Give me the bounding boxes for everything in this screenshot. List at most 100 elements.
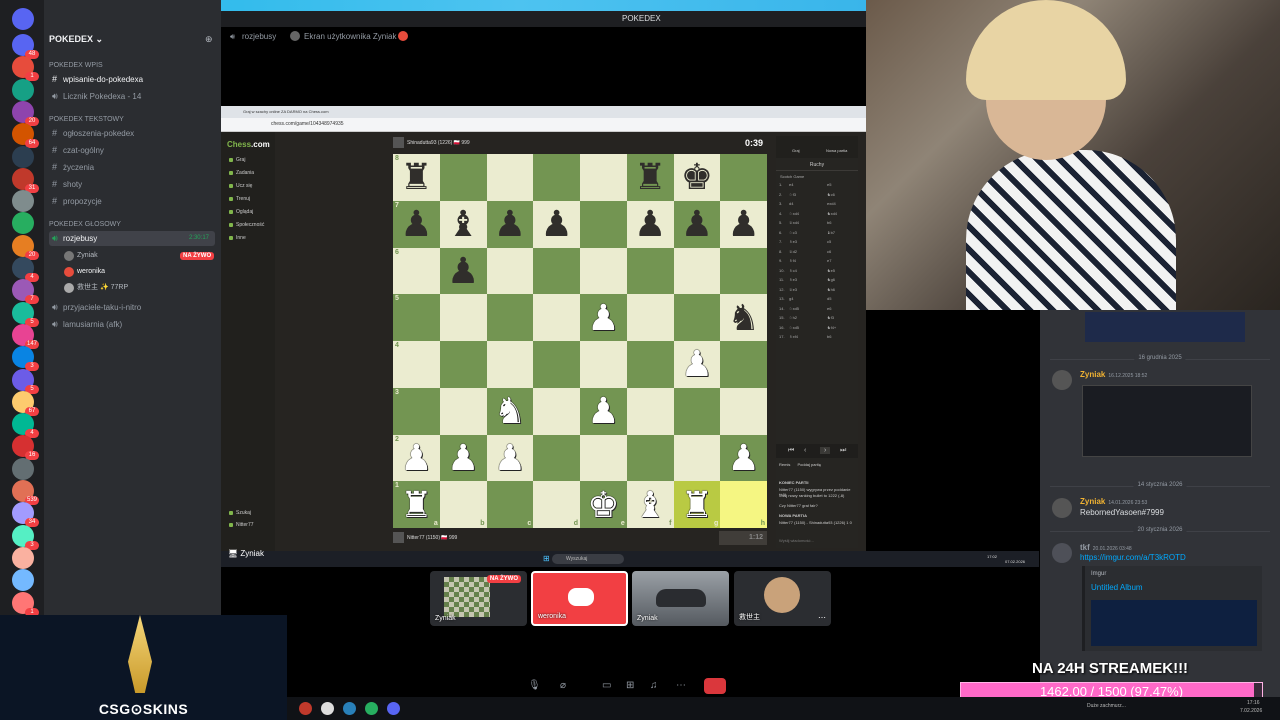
stream-thumb-weronika[interactable]: weronika: [531, 571, 628, 626]
prev-move-icon[interactable]: ‹: [804, 447, 806, 454]
server-icon[interactable]: [12, 212, 34, 235]
board-square-a4[interactable]: 4: [393, 341, 440, 388]
tab-new-game[interactable]: Nowa partia: [826, 148, 847, 153]
board-square-b7[interactable]: ♝: [439, 200, 487, 248]
board-square-b4[interactable]: [439, 341, 487, 388]
app-icon[interactable]: [321, 702, 334, 715]
category-pokedex-wpis[interactable]: POKEDEX Wpis: [49, 62, 103, 69]
board-square-c1[interactable]: c: [486, 481, 534, 528]
board-square-f4[interactable]: [626, 341, 674, 388]
voice-channel-rozjebusy[interactable]: 🔊︎ rozjebusy 2:30:17: [49, 231, 215, 246]
chess-nav-learn[interactable]: Ucz się: [229, 183, 252, 189]
move-row[interactable]: 13. g4 d5: [779, 296, 855, 304]
move-row[interactable]: 16. ♘xd5 ♞f4+: [779, 325, 855, 333]
board-square-f2[interactable]: [626, 434, 674, 482]
settings-icon[interactable]: [343, 702, 356, 715]
black-pawn-piece[interactable]: ♟: [540, 206, 572, 242]
category-pokedex-glosowy[interactable]: POKEDEX GŁOSOWY: [49, 221, 121, 228]
avatar[interactable]: [1052, 498, 1072, 518]
move-row[interactable]: 8. ♕d2 c6: [779, 249, 855, 257]
message-author[interactable]: Zyniak 14.01.2026 23:53: [1080, 497, 1147, 506]
board-square-a8[interactable]: 8 ♜: [393, 154, 440, 201]
move-row[interactable]: 7. ♗e3 c5: [779, 239, 855, 247]
channel-czat-ogolny[interactable]: # czat-ogólny: [49, 143, 215, 158]
server-icon[interactable]: 20: [12, 100, 39, 126]
black-pawn-piece[interactable]: ♟: [681, 206, 713, 242]
white-pawn-piece[interactable]: ♟: [400, 439, 432, 476]
server-icon[interactable]: 20: [12, 234, 39, 260]
server-icon[interactable]: 48: [12, 34, 39, 59]
board-square-f1[interactable]: f ♝: [626, 481, 674, 528]
server-icon[interactable]: 539: [12, 480, 39, 505]
discord-icon[interactable]: [387, 702, 400, 715]
board-square-e3[interactable]: ♟: [580, 387, 627, 435]
clock-date[interactable]: 7.02.2026: [1240, 708, 1262, 714]
board-square-b6[interactable]: ♟: [439, 247, 487, 295]
tab-moves[interactable]: Ruchy: [776, 160, 858, 171]
chess-nav-community[interactable]: Społeczność: [229, 222, 264, 228]
black-bishop-piece[interactable]: ♝: [447, 206, 479, 242]
board-square-c3[interactable]: ♞: [486, 387, 534, 435]
board-square-g8[interactable]: ♚: [673, 154, 721, 201]
move-row[interactable]: 14. ♘xd5 e6: [779, 306, 855, 314]
message-image[interactable]: [1082, 385, 1252, 457]
board-square-g3[interactable]: [673, 387, 721, 435]
move-row[interactable]: 12. ♕e3 ♞h6: [779, 287, 855, 295]
app-icon[interactable]: [365, 702, 378, 715]
channel-zyczenia[interactable]: # życzenia: [49, 160, 215, 175]
board-square-g7[interactable]: ♟: [673, 200, 721, 248]
board-square-a6[interactable]: 6: [393, 247, 440, 295]
move-row[interactable]: 6. ♘c3 ♝b7: [779, 230, 855, 238]
server-icon[interactable]: 1: [12, 56, 39, 82]
board-square-a5[interactable]: 5: [393, 294, 440, 341]
mic-icon[interactable]: 🎙︎: [528, 680, 541, 691]
white-pawn-piece[interactable]: ♟: [494, 439, 526, 476]
browser-url-bar[interactable]: chess.com/game/104348974935: [221, 118, 866, 132]
board-square-h7[interactable]: ♟: [720, 200, 767, 248]
board-square-c2[interactable]: ♟: [486, 434, 534, 482]
last-move-icon[interactable]: ⏭: [840, 447, 846, 455]
server-icon[interactable]: 31: [12, 167, 39, 193]
server-icon[interactable]: 5: [12, 368, 39, 394]
board-square-h6[interactable]: [720, 247, 767, 295]
server-name-button[interactable]: POKEDEX ⌄: [49, 34, 103, 45]
top-player-name[interactable]: Shinadutta93 (1226) 🇵🇱 999: [407, 140, 470, 146]
channel-wpisanie[interactable]: # wpisanie-do-pokedexa: [49, 72, 215, 87]
windows-start-icon[interactable]: ⊞: [543, 554, 550, 563]
clock-time[interactable]: 17:16: [1247, 700, 1260, 706]
board-square-b5[interactable]: [439, 294, 487, 341]
soundboard-icon[interactable]: ♫: [650, 680, 658, 691]
black-pawn-piece[interactable]: ♟: [400, 206, 432, 242]
board-square-d3[interactable]: [533, 387, 580, 435]
board-square-b8[interactable]: [439, 154, 487, 201]
voice-channel-lamusiarnia[interactable]: 🔊︎ lamusiarnia (afk): [49, 317, 215, 332]
board-square-h3[interactable]: [720, 387, 767, 435]
black-pawn-piece[interactable]: ♟: [494, 206, 526, 242]
board-square-g5[interactable]: [673, 294, 721, 341]
first-move-icon[interactable]: ⏮: [788, 447, 794, 455]
board-square-f7[interactable]: ♟: [626, 200, 674, 248]
avatar[interactable]: [1052, 370, 1072, 390]
black-pawn-piece[interactable]: ♟: [727, 206, 759, 242]
board-square-g2[interactable]: [673, 434, 721, 482]
avatar[interactable]: [1052, 543, 1072, 563]
server-icon[interactable]: [12, 190, 34, 213]
more-icon[interactable]: ⋯: [676, 680, 686, 691]
stream-thumb-jiushizhu[interactable]: 救世主 ⋯: [734, 571, 831, 626]
server-icon[interactable]: 4: [12, 257, 39, 282]
chess-nav-play[interactable]: Graj: [229, 157, 245, 163]
server-icon[interactable]: 67: [12, 390, 39, 416]
chess-nav-train[interactable]: Trenuj: [229, 196, 250, 202]
board-square-f5[interactable]: [626, 294, 674, 341]
white-pawn-piece[interactable]: ♟: [681, 346, 713, 382]
chess-nav-more[interactable]: Inne: [229, 235, 246, 241]
move-row[interactable]: 11. ♗e3 ♞g6: [779, 277, 855, 285]
server-icon[interactable]: 64: [12, 123, 39, 149]
board-square-d6[interactable]: [533, 247, 580, 295]
board-square-c5[interactable]: [486, 294, 534, 341]
board-square-f3[interactable]: [626, 387, 674, 435]
black-pawn-piece[interactable]: ♟: [634, 206, 666, 242]
board-square-e6[interactable]: [580, 247, 627, 295]
chess-nav-puzzles[interactable]: Zadania: [229, 170, 254, 176]
bottom-player-name[interactable]: Nitter77 (1150) 🇵🇱 999: [407, 535, 457, 541]
